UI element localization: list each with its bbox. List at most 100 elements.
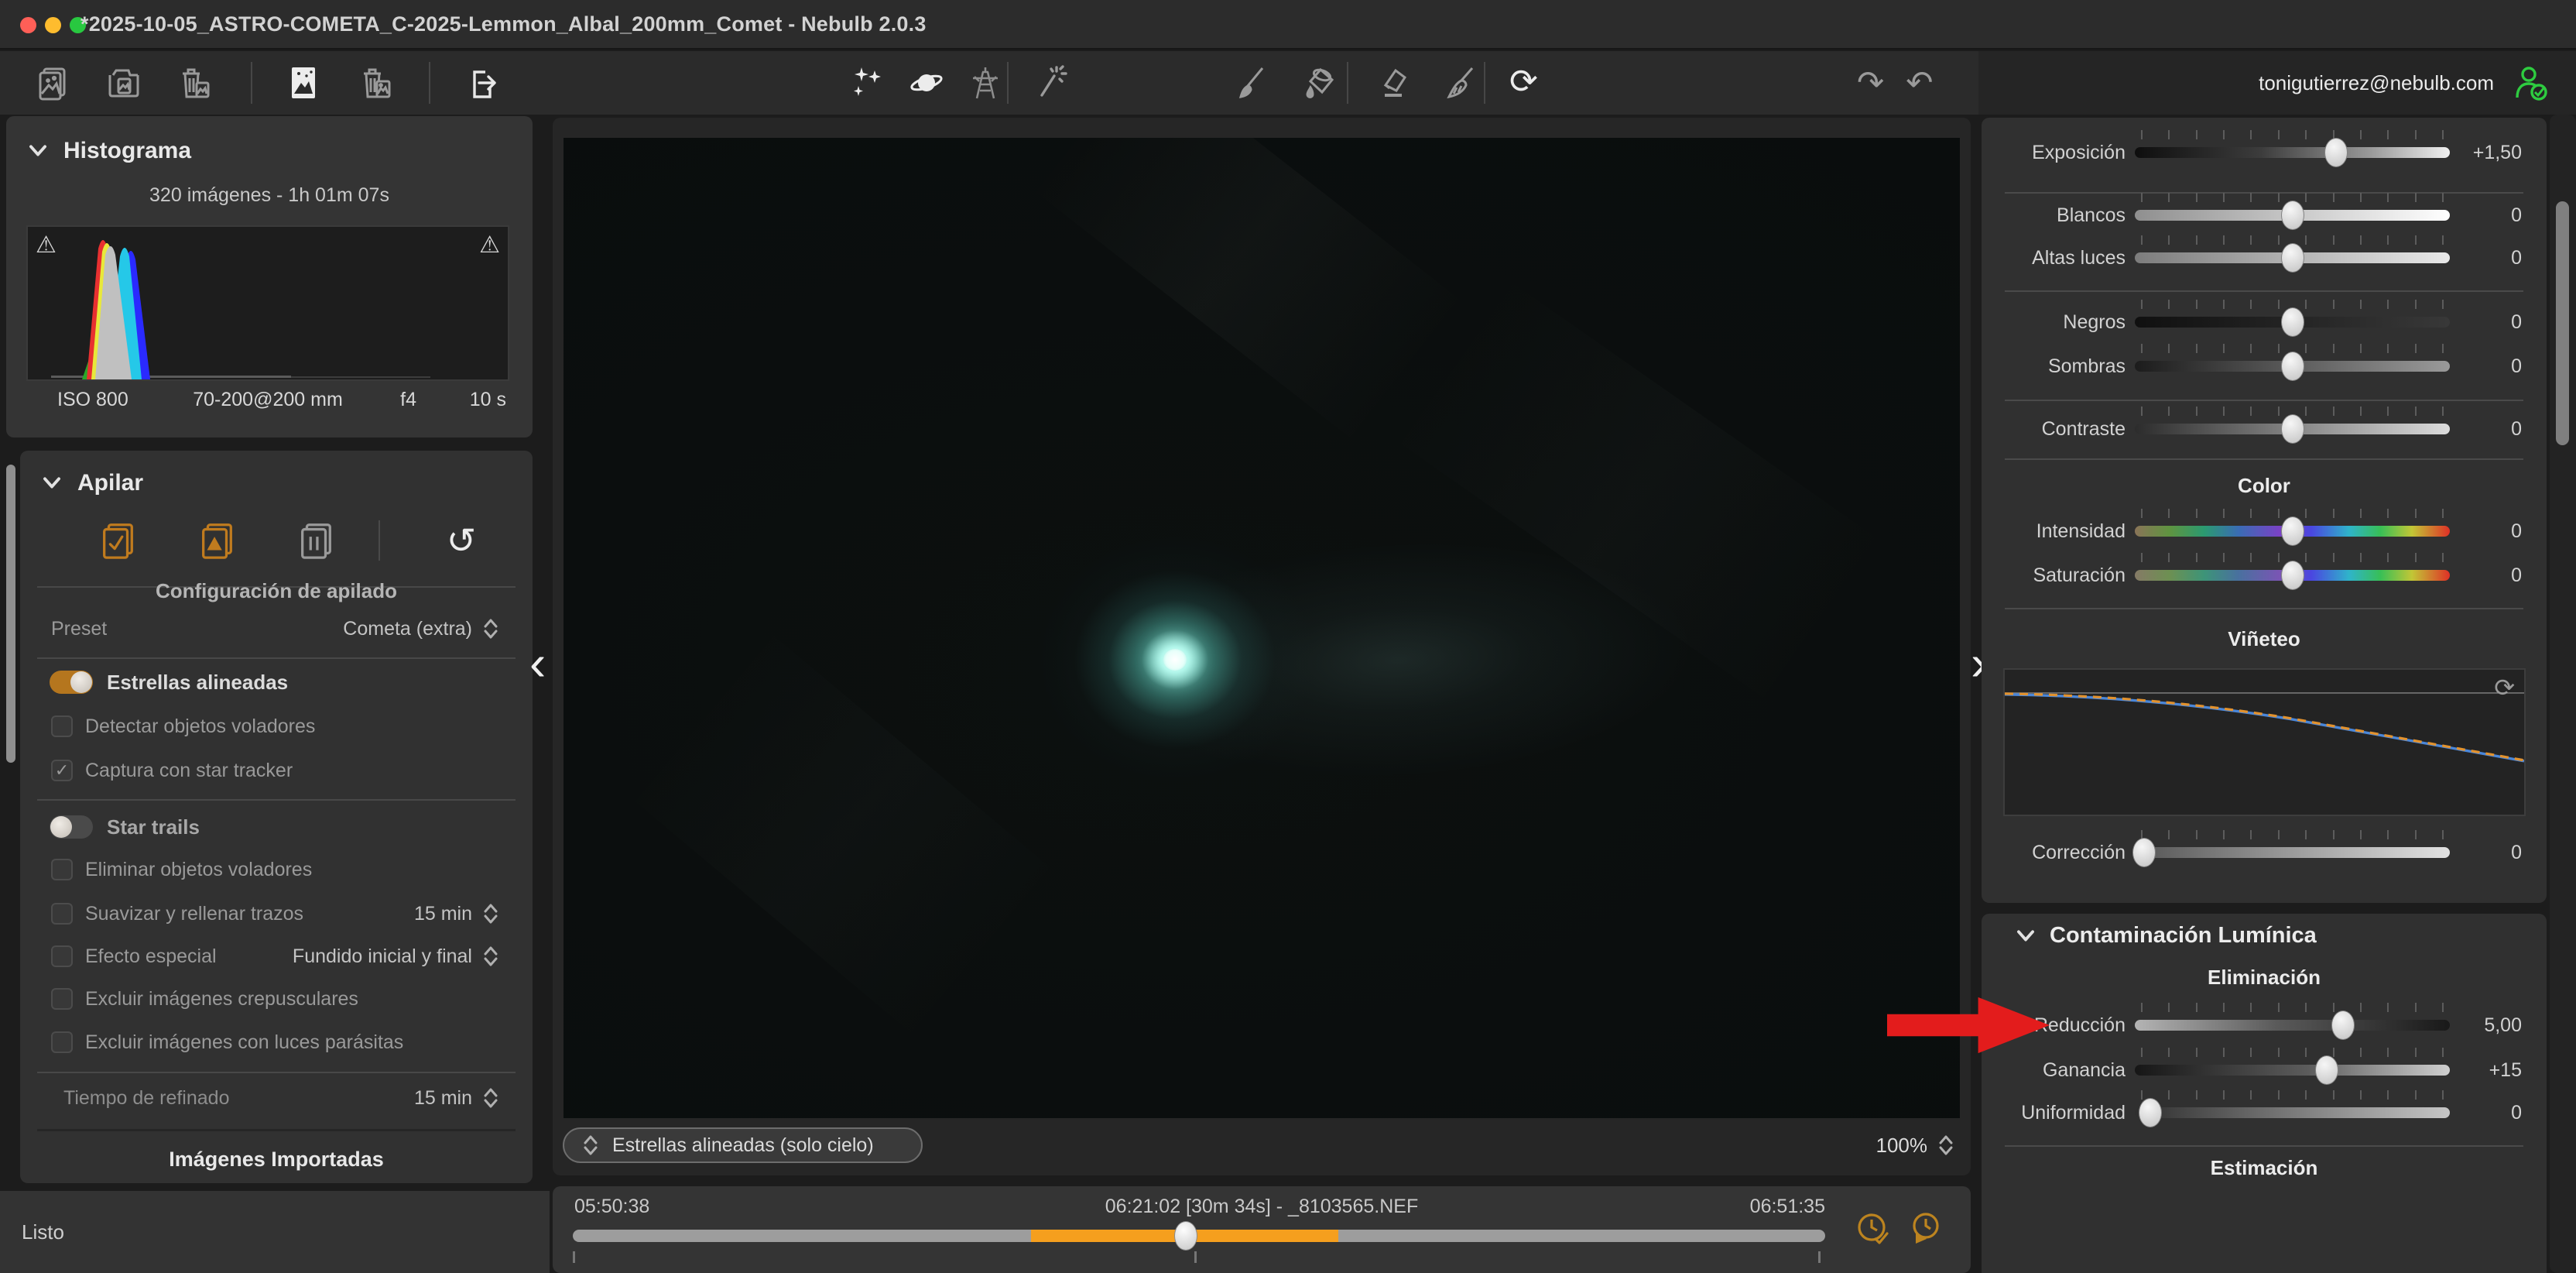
- right-panel-scrollbar[interactable]: [2550, 115, 2576, 1273]
- detect-flying-checkbox[interactable]: [51, 715, 73, 737]
- slider-track[interactable]: [2135, 210, 2450, 221]
- special-effect-checkbox[interactable]: [51, 945, 73, 967]
- minimize-window-button[interactable]: [45, 17, 61, 33]
- slider-label: Ganancia: [1982, 1059, 2126, 1082]
- stack-checked-images-button[interactable]: [98, 519, 138, 562]
- stack-paused-images-button[interactable]: [296, 519, 336, 562]
- slider-track[interactable]: [2135, 1107, 2450, 1118]
- zoom-value: 100%: [1876, 1134, 1928, 1158]
- timeline-thumb[interactable]: [1174, 1221, 1197, 1251]
- slider-track[interactable]: [2135, 526, 2450, 537]
- user-account-icon[interactable]: [2509, 63, 2550, 103]
- status-bar: Listo: [0, 1191, 550, 1273]
- timeline-end-time: 06:51:35: [1750, 1196, 1825, 1218]
- histogram-section-header[interactable]: Histograma: [28, 138, 191, 164]
- account-bar[interactable]: tonigutierrez@nebulb.com: [1978, 51, 2576, 115]
- import-folder-icon[interactable]: [105, 64, 142, 101]
- slider-track[interactable]: [2135, 1020, 2450, 1031]
- status-text: Listo: [22, 1220, 64, 1244]
- slider-track[interactable]: [2135, 147, 2450, 158]
- stars-icon[interactable]: [849, 64, 886, 101]
- export-icon[interactable]: [464, 64, 501, 101]
- slider-label: Uniformidad: [1982, 1102, 2126, 1124]
- vignette-curves: [2005, 670, 2524, 815]
- special-effect-select[interactable]: Fundido inicial y final: [293, 945, 500, 968]
- zoom-control[interactable]: 100%: [1876, 1129, 1956, 1161]
- show-image-icon[interactable]: [285, 64, 322, 101]
- redo-icon[interactable]: ↷: [1857, 67, 1884, 99]
- slider-thumb[interactable]: [2281, 414, 2304, 444]
- slider-thumb[interactable]: [2281, 201, 2304, 230]
- slider-track[interactable]: [2135, 252, 2450, 263]
- lens-value: 70-200@200 mm: [26, 389, 509, 411]
- left-panel-scrollbar[interactable]: [6, 465, 15, 763]
- main-toolbar: ⟳ ↷ ↶: [0, 51, 1978, 115]
- star-tracker-checkbox[interactable]: ✓: [51, 760, 73, 781]
- vignette-refresh-icon[interactable]: ⟳: [2494, 673, 2515, 702]
- slider-track[interactable]: [2135, 317, 2450, 328]
- slider-track[interactable]: [2135, 847, 2450, 858]
- exclude-stray-light-checkbox[interactable]: [51, 1031, 73, 1053]
- eraser-icon[interactable]: [1375, 64, 1413, 101]
- preset-select[interactable]: Cometa (extra): [343, 617, 500, 640]
- aligned-stars-toggle[interactable]: [50, 671, 93, 694]
- preset-row[interactable]: Preset Cometa (extra): [20, 613, 533, 644]
- smooth-trails-select[interactable]: 15 min: [414, 902, 500, 925]
- paint-bucket-icon[interactable]: [1301, 64, 1338, 101]
- stack-section-header[interactable]: Apilar: [42, 470, 143, 496]
- divider: [2005, 458, 2523, 460]
- slider-thumb[interactable]: [2281, 307, 2304, 337]
- refine-time-select[interactable]: 15 min: [414, 1086, 500, 1110]
- slider-track[interactable]: [2135, 1065, 2450, 1076]
- right-panel-scrollbar-thumb[interactable]: [2556, 201, 2569, 445]
- magic-wand-icon[interactable]: [1031, 64, 1068, 101]
- imported-images-title[interactable]: Imágenes Importadas: [20, 1148, 533, 1172]
- slider-thumb[interactable]: [2132, 838, 2156, 867]
- star-trails-label: Star trails: [107, 815, 200, 839]
- time-restore-icon[interactable]: [1905, 1210, 1944, 1248]
- align-mode-dropdown[interactable]: Estrellas alineadas (solo cielo): [563, 1127, 923, 1163]
- slider-label: Exposición: [1982, 142, 2126, 164]
- undo-icon[interactable]: ↶: [1906, 67, 1933, 99]
- slider-track[interactable]: [2135, 570, 2450, 581]
- stack-flagged-images-button[interactable]: [197, 519, 237, 562]
- delete-image-icon[interactable]: [358, 64, 395, 101]
- slider-thumb[interactable]: [2281, 561, 2304, 590]
- brush-icon[interactable]: [1233, 64, 1270, 101]
- slider-blancos: Blancos 0: [1982, 194, 2547, 237]
- updown-chevron-icon: [481, 945, 500, 968]
- clipping-warning-left-icon: ⚠: [36, 232, 57, 259]
- stack-panel: Apilar ↺ Configuración de apilado Preset…: [20, 451, 533, 1183]
- delete-images-icon[interactable]: [176, 64, 214, 101]
- close-window-button[interactable]: [20, 17, 36, 33]
- collapse-left-panel-handle[interactable]: ‹: [529, 638, 546, 688]
- slider-thumb[interactable]: [2315, 1055, 2338, 1085]
- slider-label: Sombras: [1982, 355, 2126, 378]
- recompute-icon[interactable]: ⟳: [1509, 65, 1538, 99]
- planet-icon[interactable]: [908, 64, 945, 101]
- slider-thumb[interactable]: [2281, 352, 2304, 381]
- histogram-chart: ⚠ ⚠: [26, 225, 509, 381]
- slider-uniformidad: Uniformidad 0: [1982, 1091, 2547, 1134]
- smooth-trails-checkbox[interactable]: [51, 903, 73, 925]
- slider-thumb[interactable]: [2331, 1011, 2355, 1040]
- broom-icon[interactable]: [1441, 64, 1478, 101]
- time-confirm-icon[interactable]: [1854, 1210, 1893, 1248]
- slider-value: 0: [2421, 311, 2522, 334]
- slider-thumb[interactable]: [2324, 138, 2348, 167]
- light-pollution-header[interactable]: Contaminación Lumínica: [2016, 923, 2317, 949]
- slider-track[interactable]: [2135, 424, 2450, 434]
- remove-flying-checkbox[interactable]: [51, 859, 73, 880]
- reset-stack-icon[interactable]: ↺: [441, 519, 481, 562]
- image-canvas[interactable]: [564, 138, 1960, 1118]
- slider-thumb[interactable]: [2281, 243, 2304, 273]
- remove-flying-label: Eliminar objetos voladores: [85, 859, 312, 881]
- exclude-twilight-checkbox[interactable]: [51, 988, 73, 1010]
- import-images-icon[interactable]: [34, 64, 71, 101]
- star-trails-toggle[interactable]: [50, 815, 93, 839]
- slider-track[interactable]: [2135, 361, 2450, 372]
- pylon-icon[interactable]: [967, 64, 1004, 101]
- timeline-track[interactable]: [573, 1230, 1825, 1242]
- slider-thumb[interactable]: [2281, 516, 2304, 546]
- slider-thumb[interactable]: [2139, 1098, 2162, 1127]
